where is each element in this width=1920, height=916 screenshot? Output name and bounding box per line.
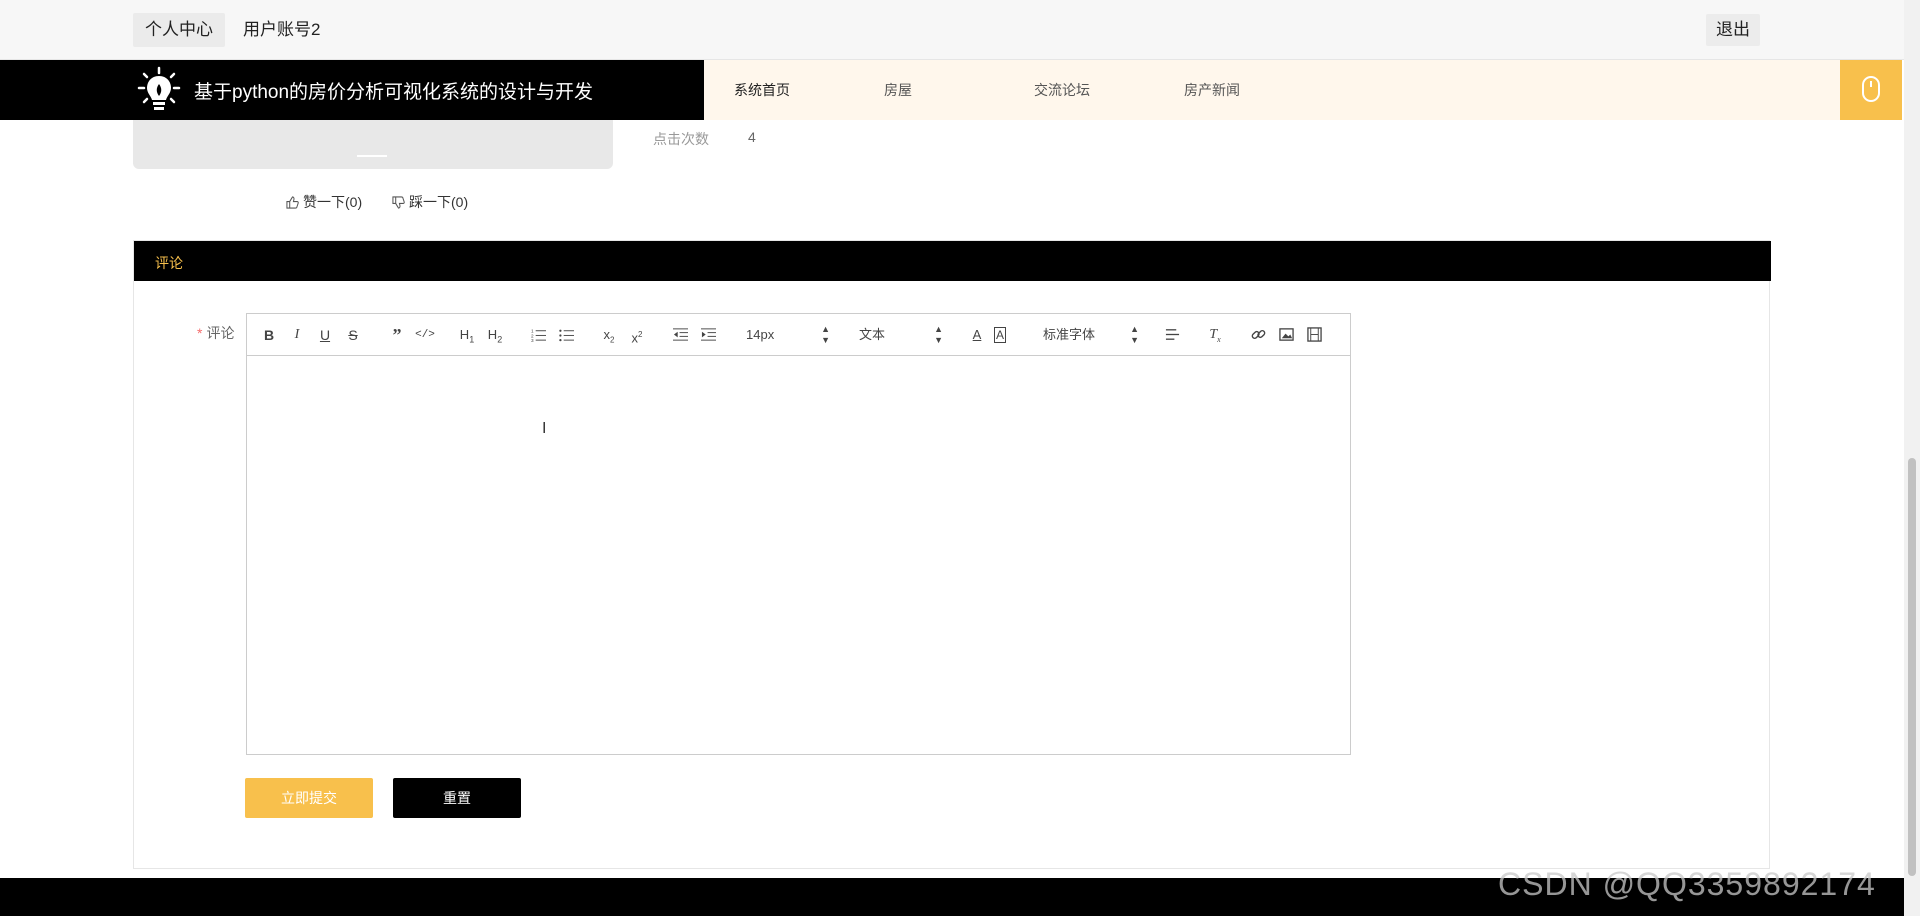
scrollbar-thumb[interactable] xyxy=(1908,458,1916,876)
paragraph-format-select[interactable]: 文本 ▲ ▼ xyxy=(859,324,943,346)
comment-section-header: 评论 xyxy=(134,241,1771,281)
font-family-value: 标准字体 xyxy=(1043,327,1096,342)
comment-field-label: * 评论 xyxy=(197,323,234,343)
like-button[interactable]: 赞一下(0) xyxy=(286,192,362,212)
select-arrows-icon: ▲ ▼ xyxy=(821,324,830,345)
dislike-button[interactable]: 踩一下(0) xyxy=(392,192,468,212)
bold-icon[interactable]: B xyxy=(258,324,280,346)
house-image-area xyxy=(133,120,613,169)
editor-toolbar: B I U S ” </> H1 H2 123 x2 x2 14px ▲ ▼ 文… xyxy=(247,314,1350,356)
nav-forum[interactable]: 交流论坛 xyxy=(1034,80,1090,100)
svg-text:3: 3 xyxy=(531,338,534,342)
underline-icon[interactable]: U xyxy=(314,324,336,346)
outdent-icon[interactable] xyxy=(669,324,691,346)
watermark-text: CSDN @QQ3359892174 xyxy=(1498,866,1876,902)
nav-home[interactable]: 系统首页 xyxy=(734,80,790,100)
font-color-icon[interactable]: A xyxy=(966,324,988,346)
indent-icon[interactable] xyxy=(697,324,719,346)
nav-houses[interactable]: 房屋 xyxy=(884,80,912,100)
heading2-icon[interactable]: H2 xyxy=(484,324,506,346)
subscript-icon[interactable]: x2 xyxy=(598,324,620,346)
text-cursor-icon: I xyxy=(542,420,547,437)
superscript-icon[interactable]: x2 xyxy=(626,324,648,346)
mouse-icon-button[interactable] xyxy=(1840,60,1902,120)
select-arrows-icon: ▲ ▼ xyxy=(934,324,943,345)
personal-center-link[interactable]: 个人中心 xyxy=(133,13,225,47)
font-size-select[interactable]: 14px ▲ ▼ xyxy=(746,324,830,346)
like-label: 赞一下(0) xyxy=(303,194,363,210)
video-icon[interactable] xyxy=(1303,324,1325,346)
username-link[interactable]: 用户账号2 xyxy=(231,13,332,47)
font-size-value: 14px xyxy=(746,327,775,342)
top-user-bar: 个人中心 用户账号2 退出 xyxy=(0,0,1920,60)
main-nav: 系统首页 房屋 交流论坛 房产新闻 xyxy=(704,60,1840,120)
blockquote-icon[interactable]: ” xyxy=(386,324,408,346)
carousel-indicator[interactable] xyxy=(357,155,387,157)
italic-icon[interactable]: I xyxy=(286,324,308,346)
comment-section: 评论 * 评论 B I U S ” </> H1 H2 123 x2 x2 14… xyxy=(133,240,1771,869)
page-scrollbar[interactable] xyxy=(1904,0,1920,916)
clicks-value: 4 xyxy=(748,129,756,145)
link-icon[interactable] xyxy=(1247,324,1269,346)
site-title: 基于python的房价分析可视化系统的设计与开发 xyxy=(194,82,594,103)
mouse-icon xyxy=(1862,76,1880,102)
heading1-icon[interactable]: H1 xyxy=(456,324,478,346)
dislike-label: 踩一下(0) xyxy=(409,194,469,210)
ordered-list-icon[interactable]: 123 xyxy=(527,324,549,346)
thumbs-up-icon xyxy=(286,195,299,209)
comment-section-title: 评论 xyxy=(155,255,183,271)
required-mark: * xyxy=(197,325,203,341)
clear-format-icon[interactable]: Tx xyxy=(1204,324,1226,346)
lightbulb-icon xyxy=(136,66,182,114)
submit-button[interactable]: 立即提交 xyxy=(245,778,373,818)
image-icon[interactable] xyxy=(1275,324,1297,346)
brand-area: 基于python的房价分析可视化系统的设计与开发 xyxy=(0,60,704,120)
clicks-label: 点击次数 xyxy=(653,131,709,147)
background-color-icon[interactable]: A xyxy=(989,324,1011,346)
align-left-icon[interactable] xyxy=(1161,324,1183,346)
nav-news[interactable]: 房产新闻 xyxy=(1184,80,1240,100)
code-block-icon[interactable]: </> xyxy=(414,324,436,346)
select-arrows-icon: ▲ ▼ xyxy=(1130,324,1139,345)
reset-button[interactable]: 重置 xyxy=(393,778,521,818)
bullet-list-icon[interactable] xyxy=(555,324,577,346)
font-family-select[interactable]: 标准字体 ▲ ▼ xyxy=(1043,324,1139,346)
strikethrough-icon[interactable]: S xyxy=(342,324,364,346)
site-header: 基于python的房价分析可视化系统的设计与开发 系统首页 房屋 交流论坛 房产… xyxy=(0,60,1904,120)
logout-button[interactable]: 退出 xyxy=(1706,14,1760,46)
comment-label-text: 评论 xyxy=(206,325,235,341)
thumbs-down-icon xyxy=(392,195,405,209)
rich-text-editor[interactable]: B I U S ” </> H1 H2 123 x2 x2 14px ▲ ▼ 文… xyxy=(246,313,1351,755)
paragraph-format-value: 文本 xyxy=(859,327,886,342)
